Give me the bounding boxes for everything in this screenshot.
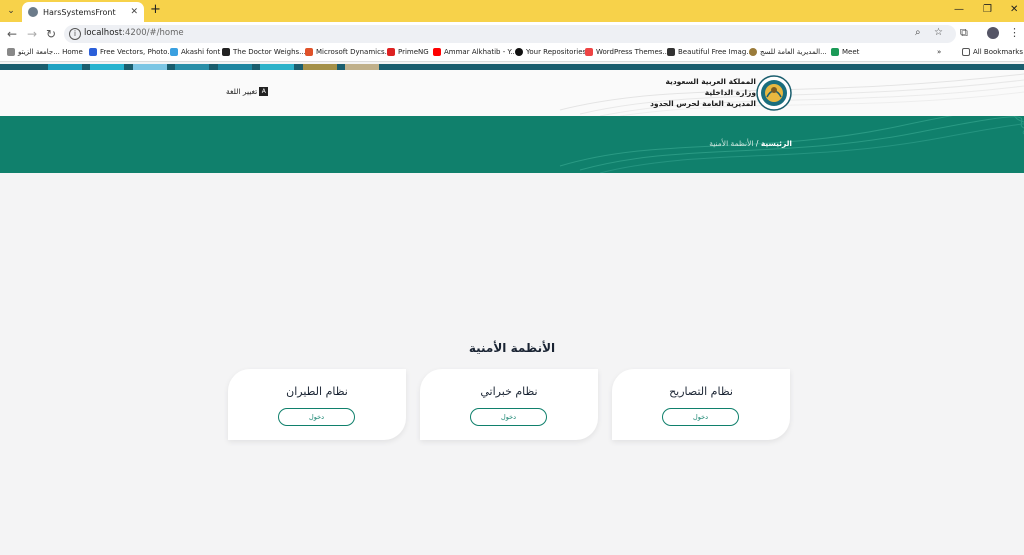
organization-name: المملكة العربية السعودية وزارة الداخلية … <box>650 76 756 109</box>
system-card-expertise: نظام خبراتي دخول <box>420 369 598 440</box>
bookmark-item[interactable]: Microsoft Dynamics... <box>305 48 391 56</box>
bookmark-item[interactable]: Free Vectors, Photo... <box>89 48 174 56</box>
breadcrumb-separator: / <box>755 139 759 148</box>
address-url: localhost:4200/#/home <box>84 28 184 38</box>
bookmark-item[interactable]: WordPress Themes... <box>585 48 669 56</box>
bookmark-icon <box>170 48 178 56</box>
minimize-icon[interactable]: — <box>954 3 964 17</box>
bookmark-item[interactable]: PrimeNG <box>387 48 429 56</box>
system-card-permits: نظام التصاريح دخول <box>612 369 790 440</box>
bookmark-icon <box>89 48 97 56</box>
youtube-icon <box>433 48 441 56</box>
bookmark-icon <box>222 48 230 56</box>
bookmark-item[interactable]: Ammar Alkhatib - Y... <box>433 48 517 56</box>
system-card-aviation: نظام الطيران دخول <box>228 369 406 440</box>
page-banner: الرئيسية / الأنظمة الأمنية <box>0 116 1024 173</box>
bookmark-item[interactable]: المديرية العامة للسج... <box>749 48 827 56</box>
site-header: تغيير اللغة A المملكة العربية السعودية و… <box>0 70 1024 116</box>
bookmark-icon <box>387 48 395 56</box>
bookmark-item[interactable]: Your Repositories <box>515 48 586 56</box>
address-bar[interactable]: i localhost:4200/#/home ⌕ ☆ <box>64 25 956 43</box>
card-title: نظام خبراتي <box>480 385 538 398</box>
bookmark-icon <box>667 48 675 56</box>
section-title: الأنظمة الأمنية <box>468 341 556 355</box>
breadcrumb-current: الأنظمة الأمنية <box>709 139 754 148</box>
extensions-icon[interactable]: ⧉ <box>960 26 968 40</box>
breadcrumb: الرئيسية / الأنظمة الأمنية <box>709 139 792 148</box>
tab-title: HarsSystemsFront <box>43 7 116 17</box>
enter-button[interactable]: دخول <box>662 408 739 426</box>
org-line-1: المملكة العربية السعودية <box>665 77 756 86</box>
language-label: تغيير اللغة <box>226 87 258 96</box>
org-line-2: وزارة الداخلية <box>704 88 756 97</box>
bookmark-item[interactable]: The Doctor Weighs... <box>222 48 306 56</box>
tab-close-icon[interactable]: ✕ <box>130 7 138 17</box>
reload-icon[interactable]: ↻ <box>46 27 56 41</box>
folder-icon <box>962 48 970 56</box>
tab-search-icon[interactable]: ⌄ <box>4 4 18 18</box>
tab-favicon-icon <box>28 7 38 17</box>
bookmark-icon <box>7 48 15 56</box>
enter-button[interactable]: دخول <box>278 408 355 426</box>
browser-menu-icon[interactable]: ⋮ <box>1009 26 1020 40</box>
back-icon[interactable]: ← <box>7 27 17 41</box>
banner-waves-decoration <box>559 116 1024 173</box>
all-bookmarks[interactable]: All Bookmarks <box>962 48 1023 56</box>
browser-tab-bar: ⌄ HarsSystemsFront ✕ + — ❐ ✕ <box>0 0 1024 22</box>
bookmark-item[interactable]: Meet <box>831 48 859 56</box>
meet-icon <box>831 48 839 56</box>
bookmark-icon <box>585 48 593 56</box>
github-icon <box>515 48 523 56</box>
more-bookmarks-icon[interactable]: » <box>937 48 941 56</box>
profile-avatar[interactable] <box>987 27 999 39</box>
bookmark-item[interactable]: Akashi font <box>170 48 220 56</box>
enter-button[interactable]: دخول <box>470 408 547 426</box>
header-waves-decoration <box>559 73 1024 116</box>
bookmarks-bar: جامعة الزيتو... Home Free Vectors, Photo… <box>0 46 1024 62</box>
breadcrumb-home-link[interactable]: الرئيسية <box>761 139 792 148</box>
translate-icon: A <box>259 87 269 96</box>
border-guard-emblem-icon <box>756 75 792 111</box>
card-title: نظام الطيران <box>286 385 348 398</box>
card-title: نظام التصاريح <box>669 385 733 398</box>
forward-icon[interactable]: → <box>27 27 37 41</box>
browser-tab[interactable]: HarsSystemsFront ✕ <box>22 2 144 22</box>
bookmark-item[interactable]: جامعة الزيتو... Home <box>7 48 83 56</box>
maximize-icon[interactable]: ❐ <box>983 3 992 17</box>
microsoft-icon <box>305 48 313 56</box>
zoom-search-icon[interactable]: ⌕ <box>915 27 921 38</box>
bookmark-star-icon[interactable]: ☆ <box>934 27 943 38</box>
change-language-button[interactable]: تغيير اللغة A <box>226 87 269 96</box>
org-line-3: المديرية العامة لحرس الحدود <box>650 99 756 108</box>
new-tab-icon[interactable]: + <box>150 3 161 17</box>
browser-toolbar: ← → ↻ i localhost:4200/#/home ⌕ ☆ ⧉ ⋮ <box>0 22 1024 46</box>
close-window-icon[interactable]: ✕ <box>1010 3 1018 17</box>
site-info-icon[interactable]: i <box>69 28 81 40</box>
bookmark-icon <box>749 48 757 56</box>
bookmark-item[interactable]: Beautiful Free Imag... <box>667 48 753 56</box>
